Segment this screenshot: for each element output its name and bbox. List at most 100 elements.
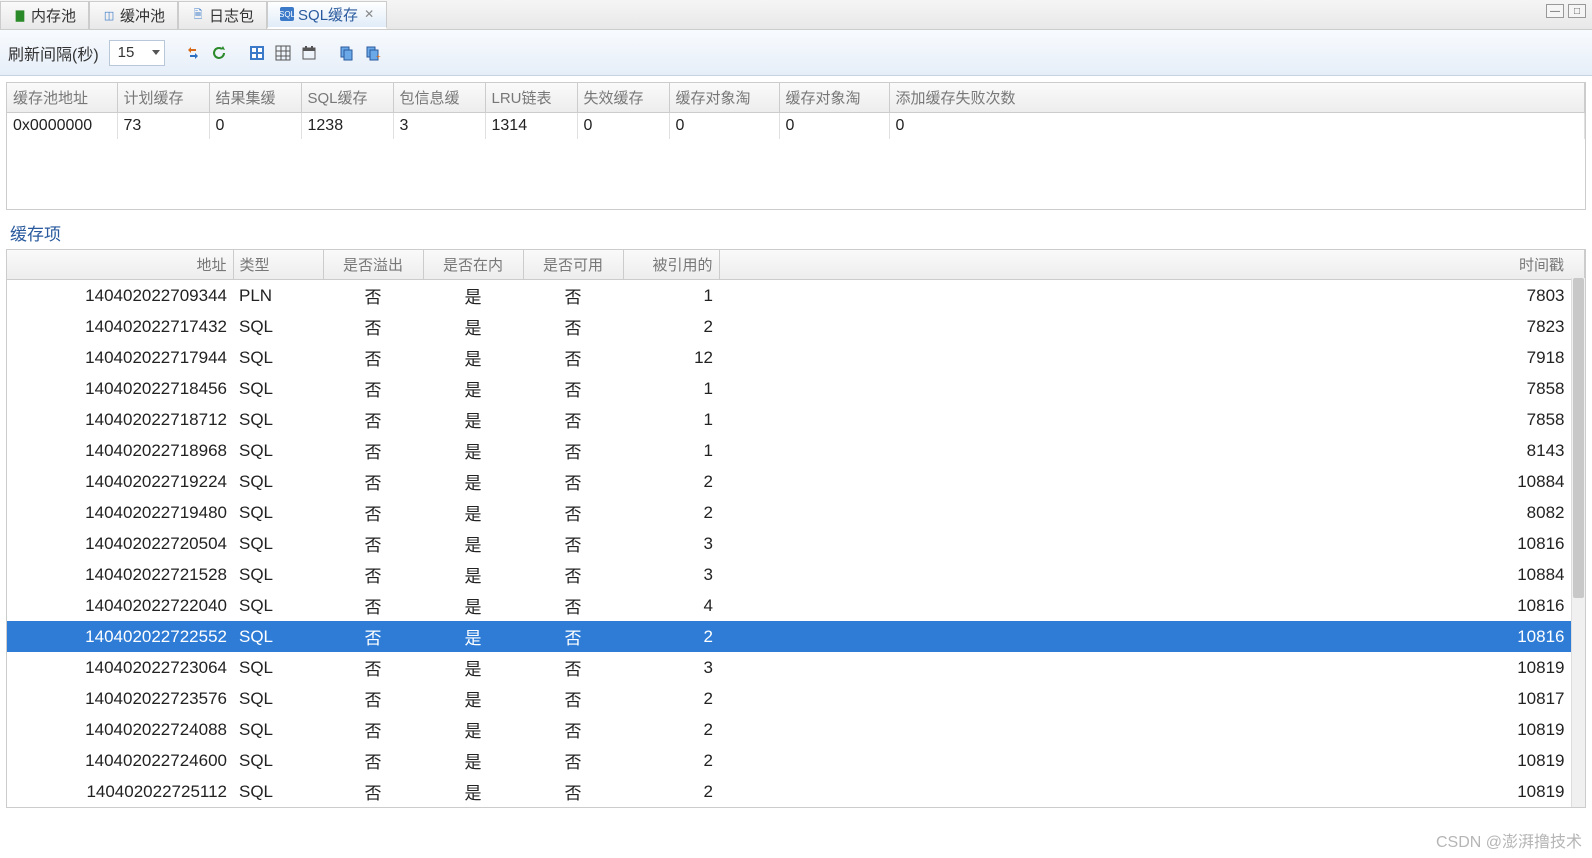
cell: SQL [233, 621, 323, 652]
refresh-interval-label: 刷新间隔(秒) [8, 41, 99, 65]
cell: 否 [323, 373, 423, 404]
col-inmem[interactable]: 是否在内 [423, 250, 523, 280]
tab-log-package[interactable]: 🗎 日志包 [178, 1, 267, 29]
tab-bar: ▇ 内存池 ◫ 缓冲池 🗎 日志包 SQL SQL缓存 ✕ — □ [0, 0, 1592, 30]
table-row[interactable]: 140402022709344PLN否是否17803 [7, 280, 1585, 312]
cell: 10816 [719, 528, 1585, 559]
cell: 7823 [719, 311, 1585, 342]
summary-cell: 3 [393, 113, 485, 140]
maximize-button[interactable]: □ [1568, 4, 1586, 18]
cell: 10816 [719, 621, 1585, 652]
tab-sql-cache[interactable]: SQL SQL缓存 ✕ [267, 1, 387, 29]
col-ref[interactable]: 被引用的 [623, 250, 719, 280]
cell: 否 [323, 497, 423, 528]
col-type[interactable]: 类型 [233, 250, 323, 280]
table-row[interactable]: 140402022722040SQL否是否410816 [7, 590, 1585, 621]
cell: 2 [623, 776, 719, 807]
summary-col[interactable]: 添加缓存失败次数 [889, 83, 1585, 113]
cell: 140402022719224 [7, 466, 233, 497]
summary-col[interactable]: LRU链表 [485, 83, 577, 113]
cell: 3 [623, 652, 719, 683]
copy-plus-icon[interactable]: + [363, 43, 383, 63]
refresh-value: 15 [118, 44, 135, 61]
table-row[interactable]: 140402022720504SQL否是否310816 [7, 528, 1585, 559]
summary-cell: 0x0000000 [7, 113, 117, 140]
tab-memory-pool[interactable]: ▇ 内存池 [0, 1, 89, 29]
summary-col[interactable]: 计划缓存 [117, 83, 209, 113]
summary-col[interactable]: 缓存对象淘 [669, 83, 779, 113]
refresh-swap-icon[interactable] [183, 43, 203, 63]
cell: 否 [523, 280, 623, 312]
table-header-row: 地址 类型 是否溢出 是否在内 是否可用 被引用的 时间戳 [7, 250, 1585, 280]
cell: SQL [233, 683, 323, 714]
cell: 7918 [719, 342, 1585, 373]
scroll-thumb[interactable] [1573, 278, 1584, 598]
summary-col[interactable]: 缓存池地址 [7, 83, 117, 113]
cell: 1 [623, 404, 719, 435]
tab-label: 内存池 [31, 5, 76, 26]
summary-col[interactable]: 结果集缓 [209, 83, 301, 113]
summary-cell: 73 [117, 113, 209, 140]
table-row[interactable]: 140402022718968SQL否是否18143 [7, 435, 1585, 466]
table-row[interactable]: 140402022717944SQL否是否127918 [7, 342, 1585, 373]
table-row[interactable]: 140402022725112SQL否是否210819 [7, 776, 1585, 807]
table-row[interactable]: 140402022717432SQL否是否27823 [7, 311, 1585, 342]
copy-blue-icon[interactable] [337, 43, 357, 63]
col-timestamp[interactable]: 时间戳 [719, 250, 1585, 280]
cell: SQL [233, 466, 323, 497]
cell: 否 [323, 466, 423, 497]
col-overflow[interactable]: 是否溢出 [323, 250, 423, 280]
vertical-scrollbar[interactable] [1571, 278, 1585, 807]
grid-blue-icon[interactable] [247, 43, 267, 63]
summary-cell: 0 [669, 113, 779, 140]
refresh-interval-select[interactable]: 15 [109, 40, 166, 66]
table-row[interactable]: 140402022724600SQL否是否210819 [7, 745, 1585, 776]
table-row[interactable]: 140402022723576SQL否是否210817 [7, 683, 1585, 714]
table-row[interactable]: 140402022724088SQL否是否210819 [7, 714, 1585, 745]
cell: 3 [623, 528, 719, 559]
table-row[interactable]: 140402022722552SQL否是否210816 [7, 621, 1585, 652]
svg-text:+: + [376, 52, 381, 61]
cell: 1 [623, 373, 719, 404]
summary-col[interactable]: 缓存对象淘 [779, 83, 889, 113]
chart-bar-icon: ▇ [13, 8, 27, 22]
cell: 否 [323, 280, 423, 312]
cell: 否 [323, 652, 423, 683]
cell: 10884 [719, 466, 1585, 497]
tab-buffer-pool[interactable]: ◫ 缓冲池 [89, 1, 178, 29]
cell: 是 [423, 559, 523, 590]
refresh-icon[interactable] [209, 43, 229, 63]
cell: 10816 [719, 590, 1585, 621]
cell: 140402022718712 [7, 404, 233, 435]
summary-col[interactable]: 失效缓存 [577, 83, 669, 113]
cell: 140402022709344 [7, 280, 233, 312]
cell: 140402022724088 [7, 714, 233, 745]
cell: 140402022717432 [7, 311, 233, 342]
table-row[interactable]: 140402022718456SQL否是否17858 [7, 373, 1585, 404]
calendar-icon[interactable] [299, 43, 319, 63]
minimize-button[interactable]: — [1546, 4, 1564, 18]
col-avail[interactable]: 是否可用 [523, 250, 623, 280]
table-row[interactable]: 140402022718712SQL否是否17858 [7, 404, 1585, 435]
watermark: CSDN @澎湃撸技术 [1436, 828, 1582, 852]
table-row[interactable]: 0x00000007301238313140000 [7, 113, 1585, 140]
grid-icon[interactable] [273, 43, 293, 63]
col-address[interactable]: 地址 [7, 250, 233, 280]
cell: 8143 [719, 435, 1585, 466]
cell: 是 [423, 280, 523, 312]
table-row[interactable]: 140402022721528SQL否是否310884 [7, 559, 1585, 590]
cell: 否 [323, 342, 423, 373]
cell: 2 [623, 621, 719, 652]
summary-col[interactable]: SQL缓存 [301, 83, 393, 113]
close-icon[interactable]: ✕ [364, 7, 374, 21]
cell: 140402022718968 [7, 435, 233, 466]
table-row[interactable]: 140402022723064SQL否是否310819 [7, 652, 1585, 683]
cell: 是 [423, 652, 523, 683]
table-row[interactable]: 140402022719224SQL否是否210884 [7, 466, 1585, 497]
cell: 140402022721528 [7, 559, 233, 590]
summary-col[interactable]: 包信息缓 [393, 83, 485, 113]
cell: SQL [233, 776, 323, 807]
table-row[interactable]: 140402022719480SQL否是否28082 [7, 497, 1585, 528]
cell: 是 [423, 621, 523, 652]
cell: 140402022718456 [7, 373, 233, 404]
